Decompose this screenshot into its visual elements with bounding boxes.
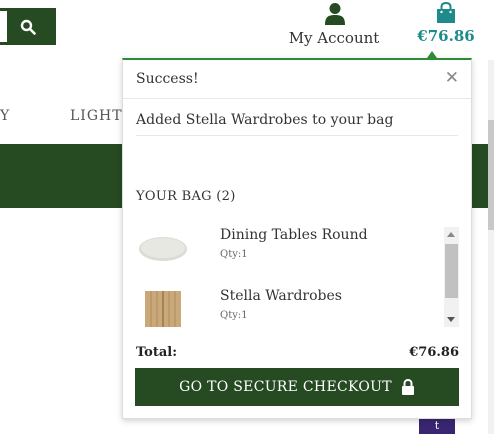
- scroll-down-icon[interactable]: [447, 317, 455, 322]
- search-input-edge[interactable]: [0, 11, 7, 42]
- popup-header: Success! ✕: [123, 60, 471, 99]
- user-icon: [325, 3, 345, 25]
- cart-items-scrollbar-thumb[interactable]: [445, 244, 458, 298]
- search-icon: [20, 19, 36, 35]
- popup-title: Success!: [136, 71, 199, 87]
- product-image-dining-table: [139, 237, 187, 261]
- cart-total-row: Total: €76.86: [136, 345, 459, 363]
- shopping-bag-icon: [437, 2, 455, 23]
- checkout-label: GO TO SECURE CHECKOUT: [179, 379, 392, 395]
- product-image-wardrobe: [145, 291, 181, 327]
- cart-link[interactable]: €76.86: [416, 0, 476, 58]
- cart-item-name[interactable]: Stella Wardrobes: [220, 288, 342, 304]
- cart-total: €76.86: [417, 27, 475, 45]
- lock-icon: [401, 379, 414, 395]
- page-scrollbar-thumb[interactable]: [488, 120, 494, 230]
- close-icon[interactable]: ✕: [445, 68, 459, 88]
- cart-item-name[interactable]: Dining Tables Round: [220, 227, 368, 243]
- popup-caret: [427, 51, 437, 58]
- mini-cart-popup: Success! ✕ Added Stella Wardrobes to you…: [122, 51, 472, 419]
- success-message: Added Stella Wardrobes to your bag: [136, 112, 458, 136]
- bag-count-label: YOUR BAG (2): [136, 189, 236, 204]
- cart-item[interactable]: Stella Wardrobes Qty:1: [136, 288, 436, 328]
- secure-checkout-button[interactable]: GO TO SECURE CHECKOUT: [135, 368, 459, 406]
- cart-item[interactable]: Dining Tables Round Qty:1: [136, 226, 436, 280]
- scroll-up-icon[interactable]: [447, 232, 455, 237]
- cart-item-qty: Qty:1: [220, 310, 248, 321]
- cart-item-qty: Qty:1: [220, 249, 248, 260]
- nav-item-lighting[interactable]: LIGHTI: [70, 108, 129, 124]
- page-scrollbar[interactable]: [488, 60, 494, 434]
- floating-badge[interactable]: t: [419, 419, 455, 434]
- nav-item-partial[interactable]: Y: [0, 108, 10, 124]
- total-label: Total:: [136, 345, 178, 360]
- cart-items-scrollbar[interactable]: [444, 227, 459, 327]
- search-button[interactable]: [0, 8, 56, 45]
- my-account-link[interactable]: My Account: [286, 2, 382, 48]
- total-value: €76.86: [409, 345, 459, 360]
- my-account-label: My Account: [288, 29, 380, 47]
- cart-items-list[interactable]: Dining Tables Round Qty:1 Stella Wardrob…: [136, 226, 446, 328]
